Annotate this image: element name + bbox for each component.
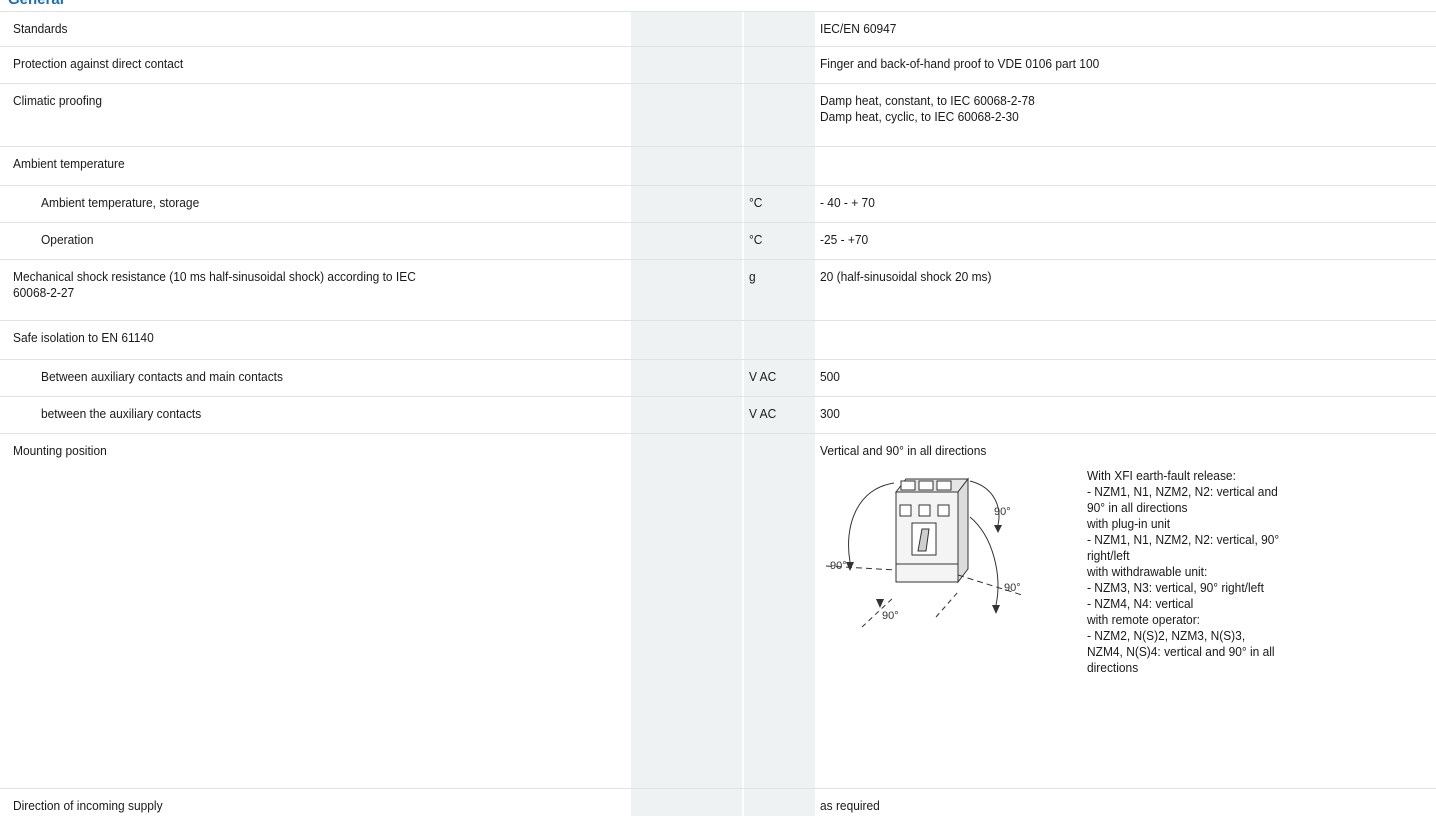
row-label: Mechanical shock resistance (10 ms half-… <box>13 269 416 300</box>
table-row: Ambient temperature <box>0 147 1436 186</box>
row-unit: °C <box>749 232 763 247</box>
angle-label: 90° <box>830 560 847 572</box>
section-title: General <box>8 0 64 9</box>
table-row: Between auxiliary contacts and main cont… <box>0 360 1436 397</box>
row-value: -25 - +70 <box>820 232 869 247</box>
row-value: Damp heat, constant, to IEC 60068-2-78 D… <box>820 93 1035 124</box>
angle-label: 90° <box>994 506 1011 518</box>
table-row: Standards IEC/EN 60947 <box>0 11 1436 47</box>
table-row: Safe isolation to EN 61140 <box>0 321 1436 360</box>
row-value: Vertical and 90° in all directions <box>820 443 987 458</box>
table-row: Operation °C -25 - +70 <box>0 223 1436 260</box>
row-value: - 40 - + 70 <box>820 195 875 210</box>
row-label: Climatic proofing <box>13 93 103 108</box>
row-unit: °C <box>749 195 763 210</box>
table-row: Climatic proofing Damp heat, constant, t… <box>0 84 1436 147</box>
row-label: Safe isolation to EN 61140 <box>13 330 154 345</box>
row-label: Ambient temperature <box>13 156 125 171</box>
row-label: Mounting position <box>13 443 107 458</box>
row-label: Direction of incoming supply <box>13 798 163 813</box>
row-value: 500 <box>820 369 840 384</box>
row-value: 300 <box>820 406 840 421</box>
row-label: Operation <box>41 232 94 247</box>
row-unit: g <box>749 269 756 284</box>
row-value: as required <box>820 798 880 813</box>
mounting-notes: With XFI earth-fault release: - NZM1, N1… <box>1087 468 1280 675</box>
mounting-position-diagram: 90° 90° 90° 90° <box>826 477 1023 628</box>
row-label: Standards <box>13 21 68 36</box>
angle-label: 90° <box>1004 582 1021 594</box>
table-row: Protection against direct contact Finger… <box>0 47 1436 84</box>
row-value: Finger and back-of-hand proof to VDE 010… <box>820 56 1100 71</box>
table-row: Ambient temperature, storage °C - 40 - +… <box>0 186 1436 223</box>
table-row: Direction of incoming supply as required <box>0 789 1436 816</box>
angle-label: 90° <box>882 610 899 622</box>
row-label: Ambient temperature, storage <box>41 195 200 210</box>
row-unit: V AC <box>749 406 777 421</box>
table-row: Mechanical shock resistance (10 ms half-… <box>0 260 1436 321</box>
row-label: between the auxiliary contacts <box>41 406 202 421</box>
row-label: Between auxiliary contacts and main cont… <box>41 369 283 384</box>
row-label: Protection against direct contact <box>13 56 184 71</box>
row-unit: V AC <box>749 369 777 384</box>
row-value: IEC/EN 60947 <box>820 21 897 36</box>
table-row: between the auxiliary contacts V AC 300 <box>0 397 1436 434</box>
row-value: 20 (half-sinusoidal shock 20 ms) <box>820 269 992 284</box>
